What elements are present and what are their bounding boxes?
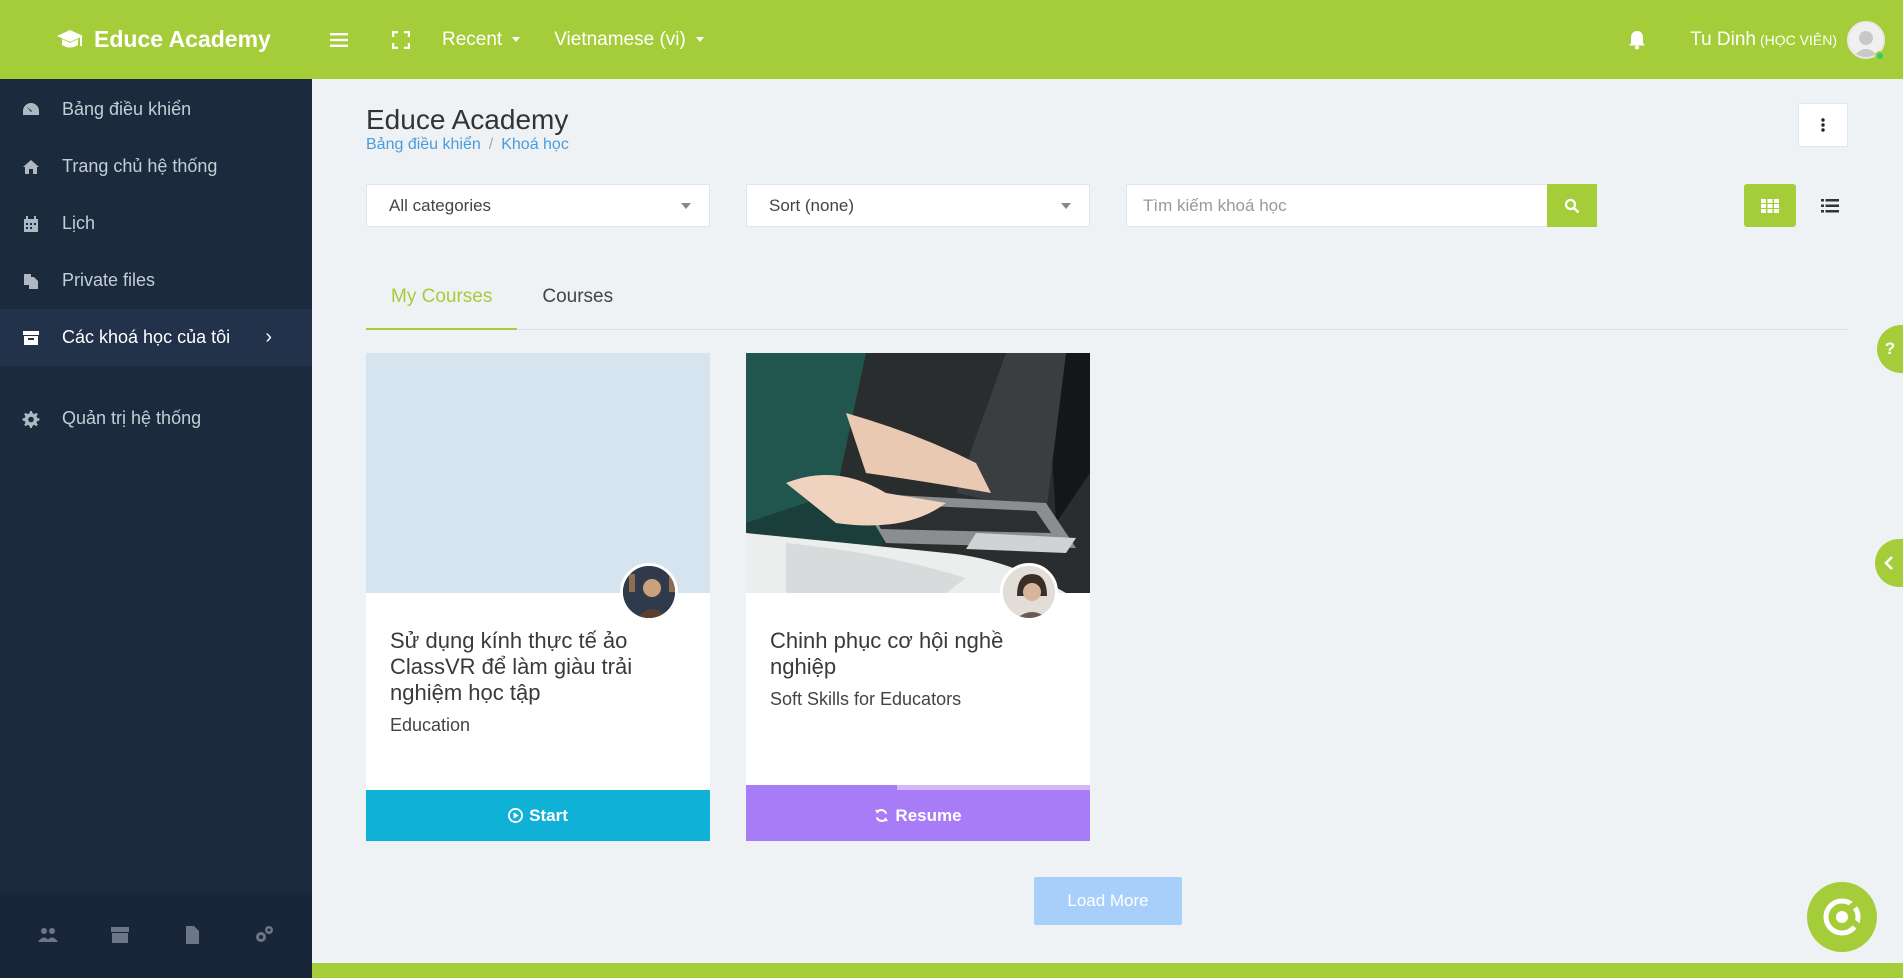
sidebar-item-label: Các khoá học của tôi [62,327,231,347]
teacher-avatar [1000,563,1058,621]
tab-my-courses[interactable]: My Courses [366,286,518,330]
sort-select[interactable]: Sort (none) [746,184,1090,227]
user-name: Tu Dinh [1690,28,1756,50]
chat-widget-button[interactable] [1807,882,1877,952]
archive-icon [23,330,39,345]
user-role: (HỌC VIÊN) [1760,31,1837,48]
chevron-right-icon: › [265,326,272,348]
kebab-menu-icon [1821,118,1825,132]
course-image[interactable] [746,353,1090,593]
grid-view-button[interactable] [1744,184,1796,227]
user-menu[interactable]: Tu Dinh (HỌC VIÊN) [1690,29,1837,51]
course-category: Education [390,715,471,735]
chevron-left-icon [1884,556,1893,570]
course-category: Soft Skills for Educators [770,689,962,709]
course-title[interactable]: Sử dụng kính thực tế ảo ClassVR để làm g… [390,628,680,706]
files-icon [24,273,38,289]
help-button[interactable]: ? [1877,325,1903,373]
recent-label: Recent [442,28,503,50]
list-icon [1821,198,1839,212]
fullscreen-icon[interactable] [386,25,416,55]
sidebar: Bảng điều khiển Trang chủ hệ thống Lịch … [0,79,312,978]
tab-courses[interactable]: Courses [517,286,638,330]
grid-icon [1761,198,1779,213]
graduation-cap-icon [57,29,83,47]
teacher-avatar [620,563,678,621]
footer-bar [312,963,1903,978]
sidebar-item-label: Bảng điều khiển [62,99,192,119]
refresh-icon [875,809,889,822]
breadcrumb: Bảng điều khiển / Khoá học [366,136,569,154]
load-more-button[interactable]: Load More [1034,877,1182,925]
main-content: Educe Academy Bảng điều khiển / Khoá học… [312,79,1903,978]
course-image-placeholder[interactable] [366,353,710,593]
top-navbar: Educe Academy Recent Vietnamese (vi) Tu … [0,0,1903,79]
resume-button-label: Resume [895,805,962,825]
drawer-toggle[interactable] [1875,539,1903,587]
page-title: Educe Academy [366,104,569,135]
category-select[interactable]: All categories [366,184,710,227]
home-icon [23,159,39,174]
hamburger-menu-icon[interactable] [324,25,354,55]
recent-dropdown[interactable]: Recent [442,28,521,51]
online-status-dot [1875,51,1885,61]
bell-icon[interactable] [1628,30,1646,50]
category-select-value: All categories [389,195,492,215]
play-circle-icon [508,808,524,823]
start-button-label: Start [529,805,568,825]
cogs-icon[interactable] [252,923,276,947]
breadcrumb-dashboard[interactable]: Bảng điều khiển [366,136,481,154]
search-icon [1564,198,1580,213]
list-view-button[interactable] [1810,184,1850,227]
breadcrumb-separator: / [488,136,494,153]
course-title[interactable]: Chinh phục cơ hội nghề nghiệp [770,628,1060,680]
sidebar-item-calendar[interactable]: Lịch [0,195,312,252]
brand-name: Educe Academy [94,26,271,52]
brand-logo[interactable]: Educe Academy [0,26,312,53]
caret-down-icon [1061,203,1071,209]
sidebar-item-label: Private files [62,270,156,290]
dashboard-icon [23,102,39,115]
sidebar-item-label: Lịch [62,213,96,233]
search-button[interactable] [1547,184,1597,227]
file-icon[interactable] [180,923,204,947]
breadcrumb-courses[interactable]: Khoá học [501,136,569,154]
users-icon[interactable] [36,923,60,947]
start-button[interactable]: Start [366,790,710,841]
language-dropdown[interactable]: Vietnamese (vi) [554,29,704,51]
course-search-input[interactable] [1126,184,1548,227]
sidebar-footer [0,892,312,978]
archive-icon[interactable] [108,923,132,947]
gear-icon [22,410,40,428]
caret-down-icon [681,203,691,209]
sidebar-item-my-courses[interactable]: Các khoá học của tôi › [0,309,312,366]
sidebar-item-private-files[interactable]: Private files [0,252,312,309]
sidebar-item-site-admin[interactable]: Quản trị hệ thống [0,390,312,447]
language-label: Vietnamese (vi) [554,28,686,50]
course-tabs: My Courses Courses [366,286,1848,330]
course-card[interactable]: Chinh phục cơ hội nghề nghiệp Soft Skill… [746,353,1090,841]
caret-down-icon [695,37,704,42]
sort-select-value: Sort (none) [769,195,855,215]
sidebar-item-label: Trang chủ hệ thống [62,156,218,176]
resume-button[interactable]: Resume [746,790,1090,841]
chat-icon [1823,897,1864,936]
calendar-icon [24,215,38,232]
caret-down-icon [512,37,521,42]
more-options-button[interactable] [1798,103,1848,147]
sidebar-item-dashboard[interactable]: Bảng điều khiển [0,81,312,138]
course-card[interactable]: Sử dụng kính thực tế ảo ClassVR để làm g… [366,353,710,841]
sidebar-item-label: Quản trị hệ thống [62,408,202,428]
sidebar-item-site-home[interactable]: Trang chủ hệ thống [0,138,312,195]
